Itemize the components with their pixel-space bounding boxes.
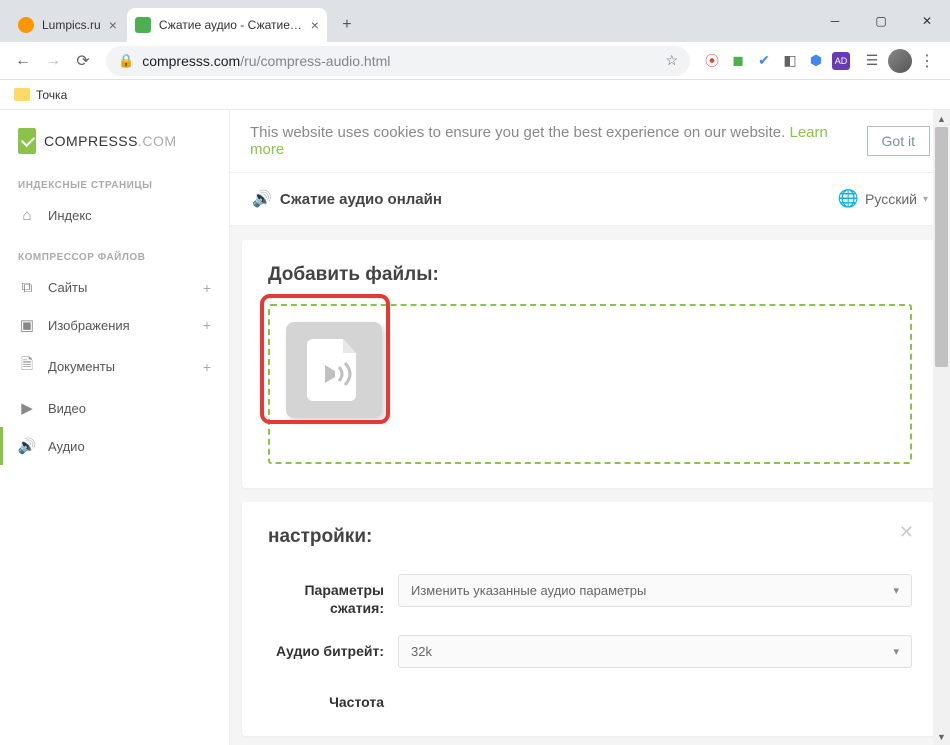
sidebar-item-label: Аудио [48,439,211,454]
tab-compress-audio[interactable]: Сжатие аудио - Сжатие файлов × [127,8,327,42]
logo-icon [18,128,36,154]
close-icon[interactable]: × [109,17,117,33]
expand-icon[interactable]: + [203,280,211,296]
compression-label: Параметры сжатия: [268,574,398,617]
sidebar-item-label: Изображения [48,318,203,333]
language-selector[interactable]: 🌐 Русский ▾ [838,189,928,209]
tab-title: Lumpics.ru [42,18,101,32]
sidebar-item-label: Видео [48,401,211,416]
sidebar-item-index[interactable]: ⌂ Индекс [0,197,229,234]
uploaded-file-thumbnail[interactable] [286,322,382,418]
close-icon[interactable]: ✕ [899,522,914,543]
extension-icon[interactable]: ◼ [728,51,748,71]
new-tab-button[interactable]: + [333,11,361,39]
bookmark-bar: Точка [0,80,950,110]
forward-button[interactable]: → [38,46,68,76]
sidebar-item-documents[interactable]: 🗎 Документы + [0,344,229,389]
cookie-banner: This website uses cookies to ensure you … [230,110,950,173]
expand-icon[interactable]: + [203,359,211,375]
main-content: This website uses cookies to ensure you … [230,110,950,745]
translate-icon: 🌐 [838,189,859,209]
frequency-row: Частота [268,686,912,711]
reload-button[interactable]: ⟳ [68,46,98,76]
logo-main: COMPRESSS [44,133,138,149]
compression-select[interactable]: Изменить указанные аудио параметры [398,574,912,607]
document-icon: 🗎 [18,354,36,379]
browser-toolbar: ← → ⟳ 🔒 compresss.com/ru/compress-audio.… [0,42,950,80]
add-files-panel: Добавить файлы: [242,240,938,488]
maximize-button[interactable]: ▢ [858,0,904,42]
video-icon: ▶ [18,399,36,417]
content-scrollbar[interactable]: ▲ ▼ [933,110,950,745]
sidebar-item-sites[interactable]: ⧉ Сайты + [0,269,229,306]
language-label: Русский [865,191,917,207]
sidebar-item-label: Индекс [48,208,211,223]
sidebar-item-label: Сайты [48,280,203,295]
sidebar: COMPRESSS.COM ИНДЕКСНЫЕ СТРАНИЦЫ ⌂ Индек… [0,110,230,745]
browser-title-bar: Lumpics.ru × Сжатие аудио - Сжатие файло… [0,0,950,42]
extension-icon[interactable]: ⦿ [702,51,722,71]
reading-list-icon[interactable]: ☰ [862,51,882,71]
file-drop-zone[interactable] [268,304,912,464]
close-window-button[interactable]: ✕ [904,0,950,42]
cookie-text: This website uses cookies to ensure you … [250,124,855,158]
home-icon: ⌂ [18,207,36,224]
code-icon: ⧉ [18,279,36,296]
extension-icons: ⦿ ◼ ✔ ◧ ⬢ AD ☰ [702,51,882,71]
bookmark-label: Точка [36,88,67,102]
expand-icon[interactable]: + [203,317,211,333]
url-domain: compresss.com [142,53,240,69]
tab-title: Сжатие аудио - Сжатие файлов [159,18,303,32]
sidebar-item-images[interactable]: ▣ Изображения + [0,306,229,344]
chevron-down-icon: ▾ [923,194,928,205]
sidebar-item-audio[interactable]: 🔊 Аудио [0,427,229,465]
page-title: Сжатие аудио онлайн [280,191,442,208]
sidebar-item-video[interactable]: ▶ Видео [0,389,229,427]
scroll-up-arrow[interactable]: ▲ [933,110,950,127]
lock-icon: 🔒 [118,53,134,69]
bookmark-star-icon[interactable]: ☆ [665,52,678,69]
bookmark-item[interactable]: Точка [14,88,67,102]
url-path: /ru/compress-audio.html [240,53,390,69]
tab-lumpics[interactable]: Lumpics.ru × [10,8,125,42]
back-button[interactable]: ← [8,46,38,76]
folder-icon [14,88,30,101]
bitrate-row: Аудио битрейт: 32k [268,635,912,668]
settings-panel: настройки: ✕ Параметры сжатия: Изменить … [242,502,938,736]
bitrate-select[interactable]: 32k [398,635,912,668]
bitrate-label: Аудио битрейт: [268,635,398,660]
content-area: COMPRESSS.COM ИНДЕКСНЫЕ СТРАНИЦЫ ⌂ Индек… [0,110,950,745]
address-bar[interactable]: 🔒 compresss.com/ru/compress-audio.html ☆ [106,46,690,76]
audio-file-icon [307,339,362,401]
got-it-button[interactable]: Got it [867,126,930,156]
favicon-icon [18,17,34,33]
scroll-thumb[interactable] [935,127,948,367]
settings-title: настройки: [268,526,912,548]
sidebar-heading-index: ИНДЕКСНЫЕ СТРАНИЦЫ [0,174,229,197]
extension-icon[interactable]: ⬢ [806,51,826,71]
audio-icon: 🔊 [18,437,36,455]
extension-icon[interactable]: AD [832,52,850,70]
profile-avatar[interactable] [888,49,912,73]
extension-icon[interactable]: ✔ [754,51,774,71]
sidebar-heading-compressor: КОМПРЕССОР ФАЙЛОВ [0,246,229,269]
audio-icon: 🔊 [252,189,272,209]
compression-params-row: Параметры сжатия: Изменить указанные ауд… [268,574,912,617]
page-header: 🔊 Сжатие аудио онлайн 🌐 Русский ▾ [230,173,950,226]
browser-menu-button[interactable]: ⋮ [912,51,942,71]
window-controls: ─ ▢ ✕ [812,0,950,42]
site-logo[interactable]: COMPRESSS.COM [0,120,229,174]
minimize-button[interactable]: ─ [812,0,858,42]
image-icon: ▣ [18,316,36,334]
logo-suffix: .COM [138,133,177,149]
favicon-icon [135,17,151,33]
frequency-label: Частота [268,686,398,711]
sidebar-item-label: Документы [48,359,203,374]
extension-icon[interactable]: ◧ [780,51,800,71]
scroll-down-arrow[interactable]: ▼ [933,728,950,745]
add-files-title: Добавить файлы: [268,264,912,286]
close-icon[interactable]: × [311,17,319,33]
